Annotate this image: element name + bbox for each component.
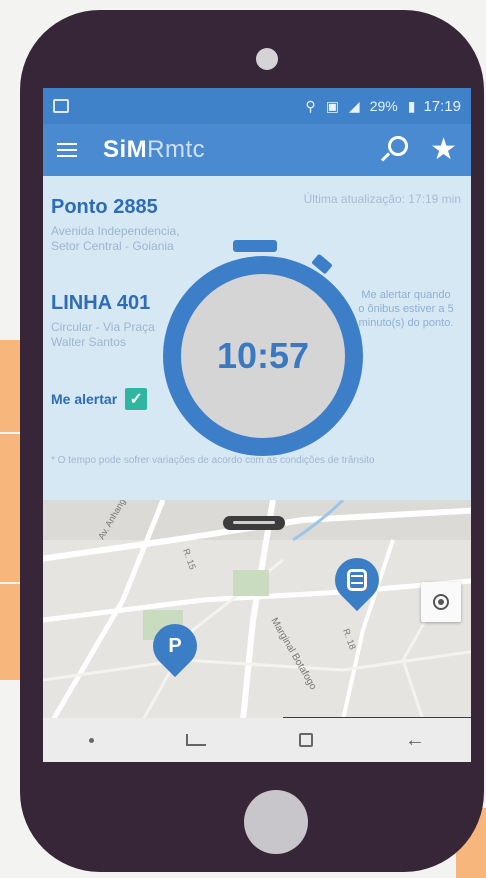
- signal-icon: ◢: [348, 97, 360, 114]
- stage: ⚲ ▣ ◢ 29% ▮ 17:19 SiMRmtc ★ Ponto 2885 A…: [0, 0, 486, 878]
- app-bar: SiMRmtc ★: [43, 124, 471, 176]
- parking-icon: P: [168, 634, 182, 657]
- parking-pin-icon[interactable]: P: [143, 614, 207, 678]
- back-icon[interactable]: ←: [405, 730, 425, 750]
- last-update: Última atualização: 17:19 min: [303, 192, 461, 206]
- brand-light: Rmtc: [147, 136, 206, 163]
- map-label: R. 15: [181, 547, 198, 571]
- bus-stop-pin-icon[interactable]: [325, 548, 389, 612]
- location-icon: ⚲: [305, 97, 316, 114]
- bus-icon: [347, 569, 367, 591]
- phone-screen: ⚲ ▣ ◢ 29% ▮ 17:19 SiMRmtc ★ Ponto 2885 A…: [43, 88, 471, 762]
- panel-drag-handle[interactable]: [223, 516, 285, 530]
- countdown-timer: 10:57: [163, 240, 363, 456]
- alert-note: Me alertar quando o ônibus estiver a 5 m…: [358, 289, 454, 329]
- menu-icon[interactable]: [57, 143, 77, 157]
- battery-percent: 29%: [369, 98, 398, 114]
- recent-apps-icon[interactable]: [186, 734, 207, 746]
- camera-icon: [256, 48, 278, 70]
- arrival-time: 10:57: [216, 335, 310, 376]
- alert-checkbox[interactable]: ✓: [125, 388, 148, 410]
- battery-icon: ▮: [407, 97, 416, 114]
- status-bar: ⚲ ▣ ◢ 29% ▮ 17:19: [43, 88, 471, 124]
- stop-address: Avenida Independencia, Setor Central - G…: [51, 224, 180, 253]
- app-logo: SiMRmtc: [103, 136, 205, 164]
- my-location-icon: [433, 594, 449, 610]
- map-view[interactable]: Av. Anhanguera R. 15 Marginal Botafogo R…: [43, 500, 471, 718]
- line-description: Circular - Via Praça Walter Santos: [51, 320, 155, 349]
- stopwatch-crown: [233, 240, 277, 252]
- brand-strong: SiM: [103, 136, 148, 163]
- clock: 17:19: [423, 97, 461, 115]
- stop-title: Ponto 2885: [51, 196, 158, 218]
- disclaimer: * O tempo pode sofrer variações de acord…: [51, 455, 375, 466]
- sim-icon: ▣: [325, 97, 339, 114]
- search-icon[interactable]: [380, 136, 409, 164]
- nav-dot-icon[interactable]: [89, 737, 95, 743]
- gallery-notification-icon: [53, 99, 69, 113]
- home-button[interactable]: [244, 790, 308, 854]
- map-label: Marginal Botafogo: [268, 616, 318, 692]
- my-location-button[interactable]: [421, 582, 461, 622]
- alert-label: Me alertar: [51, 391, 118, 407]
- home-icon[interactable]: [298, 733, 313, 747]
- line-title: LINHA 401: [51, 292, 151, 314]
- arrival-info-panel: Ponto 2885 Avenida Independencia, Setor …: [43, 176, 471, 500]
- map-label: R. 18: [341, 627, 358, 651]
- system-nav-bar: ←: [43, 718, 471, 762]
- star-icon[interactable]: ★: [430, 135, 457, 165]
- alert-toggle-row[interactable]: Me alertar ✓: [51, 388, 148, 410]
- map-streets: Av. Anhanguera R. 15 Marginal Botafogo R…: [43, 500, 471, 718]
